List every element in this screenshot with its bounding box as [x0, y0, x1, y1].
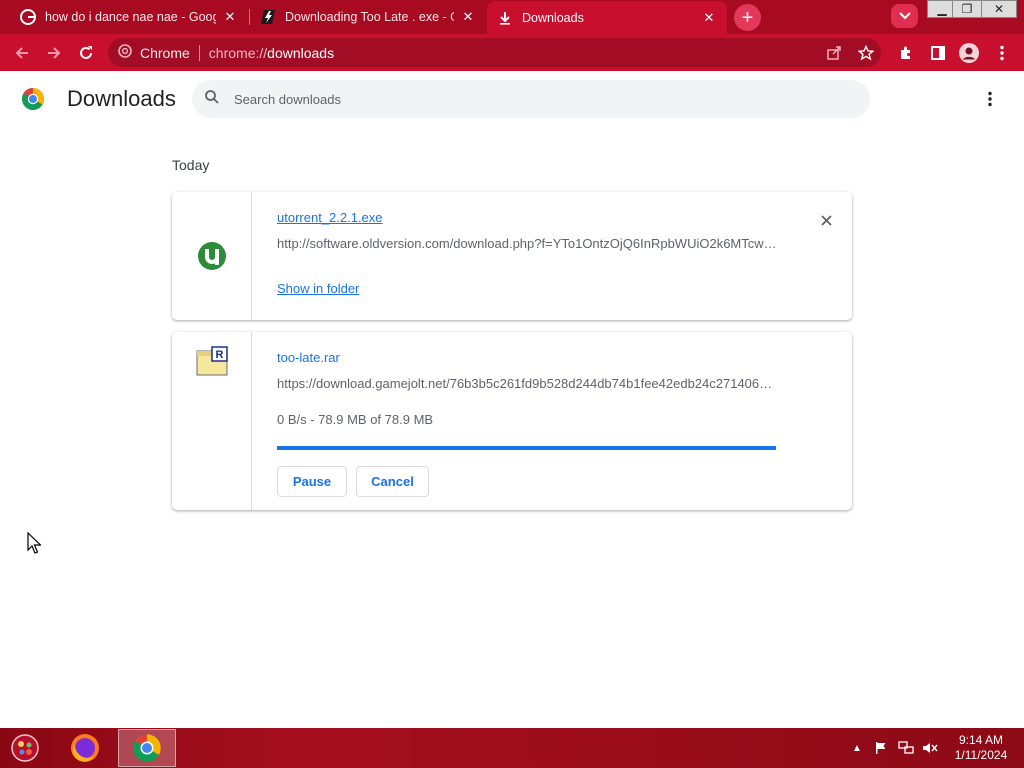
- mouse-cursor-icon: [27, 531, 42, 554]
- start-orb-icon: [11, 734, 39, 762]
- page-title: Downloads: [67, 86, 176, 111]
- extensions-button[interactable]: [895, 42, 917, 64]
- date-section-label: Today: [172, 157, 210, 173]
- kebab-menu-icon: [1000, 45, 1004, 61]
- clock-date: 1/11/2024: [954, 748, 1008, 762]
- chrome-site-icon: [118, 44, 132, 61]
- search-input[interactable]: [234, 91, 834, 107]
- clock-time: 9:14 AM: [958, 733, 1004, 747]
- url-scheme: chrome://: [208, 44, 268, 61]
- side-panel-icon: [931, 46, 945, 60]
- chevron-down-icon: [898, 12, 911, 20]
- close-tab-icon[interactable]: ✕: [222, 9, 238, 25]
- taskbar-firefox-button[interactable]: [56, 729, 114, 767]
- firefox-icon: [71, 734, 99, 762]
- show-in-folder-link[interactable]: Show in folder: [277, 281, 359, 296]
- rar-archive-icon: R: [196, 346, 228, 378]
- forward-button[interactable]: [42, 41, 66, 65]
- tab-google-search[interactable]: how do i dance nae nae - Google Search ✕: [10, 0, 248, 33]
- tab-search-button[interactable]: [891, 4, 918, 28]
- tab-title: Downloading Too Late . exe - Game Jolt: [285, 9, 454, 24]
- browser-toolbar: Chrome chrome://downloads: [0, 34, 1024, 71]
- gamejolt-icon: [260, 9, 276, 25]
- volume-muted-icon[interactable]: [922, 740, 938, 756]
- profile-button[interactable]: [958, 42, 980, 64]
- maximize-window-button[interactable]: ❐: [952, 0, 982, 18]
- site-label: Chrome: [140, 44, 190, 61]
- network-icon[interactable]: [898, 740, 914, 756]
- omnibox-divider: [198, 44, 200, 61]
- tab-downloads[interactable]: Downloads ✕: [487, 1, 727, 34]
- download-status: 0 B/s - 78.9 MB of 78.9 MB: [277, 412, 434, 427]
- taskbar: ▲ 9:14 AM 1/11/2024: [0, 728, 1024, 768]
- remove-from-list-button[interactable]: [816, 210, 836, 230]
- file-name-link[interactable]: too-late.rar: [277, 350, 340, 365]
- reload-button[interactable]: [74, 41, 98, 65]
- google-icon: [20, 8, 36, 25]
- tab-gamejolt[interactable]: Downloading Too Late . exe - Game Jolt ✕: [250, 0, 486, 33]
- side-panel-button[interactable]: [927, 42, 949, 64]
- close-icon: [820, 214, 832, 226]
- download-item: R too-late.rar https://download.gamejolt…: [172, 332, 852, 510]
- tab-strip: how do i dance nae nae - Google Search ✕…: [0, 0, 1024, 34]
- progress-fill: [277, 446, 776, 450]
- file-icon-column: [172, 192, 252, 320]
- system-clock[interactable]: 9:14 AM 1/11/2024: [946, 733, 1016, 763]
- chrome-logo-icon: [21, 87, 45, 111]
- file-icon-column: R: [172, 332, 252, 510]
- bookmark-button[interactable]: [856, 43, 876, 63]
- menu-button[interactable]: [991, 42, 1013, 64]
- close-window-button[interactable]: ✕: [981, 0, 1017, 18]
- url-host: downloads: [267, 44, 335, 61]
- download-item: utorrent_2.2.1.exe http://software.oldve…: [172, 192, 852, 320]
- star-icon: [858, 45, 874, 61]
- utorrent-icon: [196, 240, 228, 272]
- close-tab-icon[interactable]: ✕: [701, 10, 717, 26]
- taskbar-chrome-button[interactable]: [118, 729, 176, 767]
- file-name-link[interactable]: utorrent_2.2.1.exe: [277, 210, 383, 225]
- download-icon: [497, 10, 513, 26]
- kebab-menu-icon: [988, 91, 992, 107]
- downloads-menu-button[interactable]: [980, 89, 1000, 109]
- cancel-button[interactable]: Cancel: [356, 466, 429, 497]
- start-button[interactable]: [6, 731, 44, 765]
- share-icon: [827, 46, 841, 60]
- share-button[interactable]: [824, 43, 844, 63]
- tab-title: how do i dance nae nae - Google Search: [45, 9, 216, 24]
- action-center-flag-icon[interactable]: [873, 740, 889, 756]
- file-source-url[interactable]: http://software.oldversion.com/download.…: [277, 236, 777, 251]
- puzzle-icon: [901, 46, 910, 59]
- new-tab-button[interactable]: +: [734, 4, 761, 31]
- close-tab-icon[interactable]: ✕: [460, 9, 476, 25]
- file-source-url[interactable]: https://download.gamejolt.net/76b3b5c261…: [277, 376, 777, 391]
- tab-title: Downloads: [522, 10, 584, 25]
- svg-text:R: R: [216, 349, 224, 361]
- search-downloads-box[interactable]: [192, 80, 870, 118]
- chrome-icon: [133, 734, 161, 762]
- download-progress-bar: [277, 446, 776, 450]
- address-bar[interactable]: Chrome chrome://downloads: [108, 38, 881, 67]
- back-arrow-icon: [15, 47, 28, 59]
- forward-arrow-icon: [48, 47, 61, 59]
- avatar-icon: [959, 43, 979, 63]
- search-icon: [204, 89, 220, 110]
- back-button[interactable]: [10, 41, 34, 65]
- pause-button[interactable]: Pause: [277, 466, 347, 497]
- show-hidden-icons-button[interactable]: ▲: [849, 740, 865, 756]
- reload-icon: [80, 46, 92, 59]
